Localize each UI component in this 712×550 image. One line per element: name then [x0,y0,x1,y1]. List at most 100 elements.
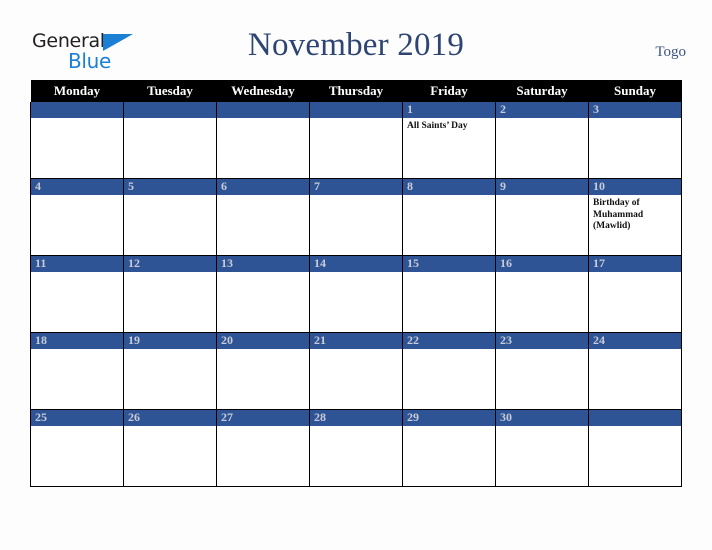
day-number: 22 [403,333,495,349]
day-event-text [403,195,495,198]
calendar-day-cell[interactable]: 6 [216,178,310,256]
calendar-day-cell[interactable]: 29 [402,409,496,487]
calendar-day-cell[interactable]: 9 [495,178,589,256]
day-event-text [124,426,216,429]
day-event-text: All Saints’ Day [407,121,468,131]
day-event-text [589,272,681,275]
day-number [310,102,402,118]
day-number: 14 [310,256,402,272]
day-number: 28 [310,410,402,426]
day-event-text [589,426,681,429]
calendar-head: Monday Tuesday Wednesday Thursday Friday… [30,80,682,102]
weekday-header-friday: Friday [402,80,496,102]
day-event-text [310,195,402,198]
calendar-day-cell[interactable] [30,102,124,179]
day-event-text [31,118,123,121]
calendar-day-cell[interactable]: 23 [495,332,589,410]
day-event-text [124,118,216,121]
day-number: 1 [403,102,495,118]
calendar-page: General Blue November 2019 Togo Monday T… [0,0,712,550]
page-title: November 2019 [247,27,465,63]
day-number [217,102,309,118]
day-number: 2 [496,102,588,118]
calendar-day-cell[interactable]: 15 [402,255,496,333]
month-calendar-table: Monday Tuesday Wednesday Thursday Friday… [30,80,682,487]
page-header: General Blue November 2019 Togo [0,0,712,78]
weekday-header-tuesday: Tuesday [123,80,217,102]
day-number: 20 [217,333,309,349]
calendar-day-cell[interactable]: 3 [588,102,682,179]
day-number: 11 [31,256,123,272]
calendar-day-cell[interactable] [123,102,217,179]
calendar-day-cell[interactable]: 2 [495,102,589,179]
calendar-day-cell[interactable]: 10 Birthday of Muhammad (Mawlid) [588,178,682,256]
calendar-day-cell[interactable]: 1 All Saints’ Day [402,102,496,179]
day-number: 9 [496,179,588,195]
day-event-text [217,272,309,275]
calendar-day-cell[interactable]: 7 [309,178,403,256]
calendar-day-cell[interactable]: 8 [402,178,496,256]
day-event-text [310,349,402,352]
day-event-text [31,349,123,352]
day-number: 7 [310,179,402,195]
day-event-text [124,195,216,198]
calendar-day-cell[interactable]: 18 [30,332,124,410]
calendar-day-cell[interactable]: 28 [309,409,403,487]
day-number [589,410,681,426]
calendar-day-cell[interactable]: 25 [30,409,124,487]
weekday-header-thursday: Thursday [309,80,403,102]
day-event-text [217,118,309,121]
calendar-day-cell[interactable]: 16 [495,255,589,333]
day-event-text [31,272,123,275]
day-event-text [31,195,123,198]
day-number [124,102,216,118]
calendar-day-cell[interactable]: 17 [588,255,682,333]
calendar-day-cell[interactable]: 11 [30,255,124,333]
day-event-text [310,272,402,275]
calendar-day-cell[interactable]: 19 [123,332,217,410]
day-event-text [589,118,681,121]
calendar-day-cell[interactable]: 22 [402,332,496,410]
calendar-day-cell[interactable] [309,102,403,179]
day-event-text [496,195,588,198]
day-number: 10 [589,179,681,195]
day-event-text [124,272,216,275]
day-number [31,102,123,118]
day-number: 19 [124,333,216,349]
day-number: 26 [124,410,216,426]
day-event-text [496,349,588,352]
day-number: 29 [403,410,495,426]
day-number: 24 [589,333,681,349]
calendar-day-cell[interactable]: 4 [30,178,124,256]
calendar-day-cell[interactable]: 13 [216,255,310,333]
day-event-text [496,118,588,121]
day-number: 8 [403,179,495,195]
calendar-week-row: 25 26 27 28 29 30 [30,409,682,487]
day-number: 30 [496,410,588,426]
day-event-text [403,426,495,429]
day-number: 4 [31,179,123,195]
calendar-day-cell[interactable]: 27 [216,409,310,487]
day-event-text [124,349,216,352]
day-event-text [496,426,588,429]
calendar-day-cell[interactable]: 20 [216,332,310,410]
day-number: 16 [496,256,588,272]
calendar-day-cell[interactable]: 14 [309,255,403,333]
day-event-text [217,349,309,352]
calendar-day-cell[interactable] [216,102,310,179]
weekday-header-wednesday: Wednesday [216,80,310,102]
day-event-text [403,272,495,275]
day-number: 21 [310,333,402,349]
day-number: 3 [589,102,681,118]
calendar-day-cell[interactable]: 30 [495,409,589,487]
calendar-day-cell[interactable]: 21 [309,332,403,410]
calendar-day-cell[interactable] [588,409,682,487]
calendar-week-row: 4 5 6 7 8 9 10 Birthday of Muhammad (Mawlid) [30,178,682,256]
calendar-day-cell[interactable]: 12 [123,255,217,333]
calendar-day-cell[interactable]: 26 [123,409,217,487]
calendar-day-cell[interactable]: 5 [123,178,217,256]
day-number: 13 [217,256,309,272]
calendar-day-cell[interactable]: 24 [588,332,682,410]
day-event-text [310,118,402,121]
calendar-body: 1 All Saints’ Day 2 3 4 5 6 7 8 9 10 Birthday of Mu… [30,102,682,487]
